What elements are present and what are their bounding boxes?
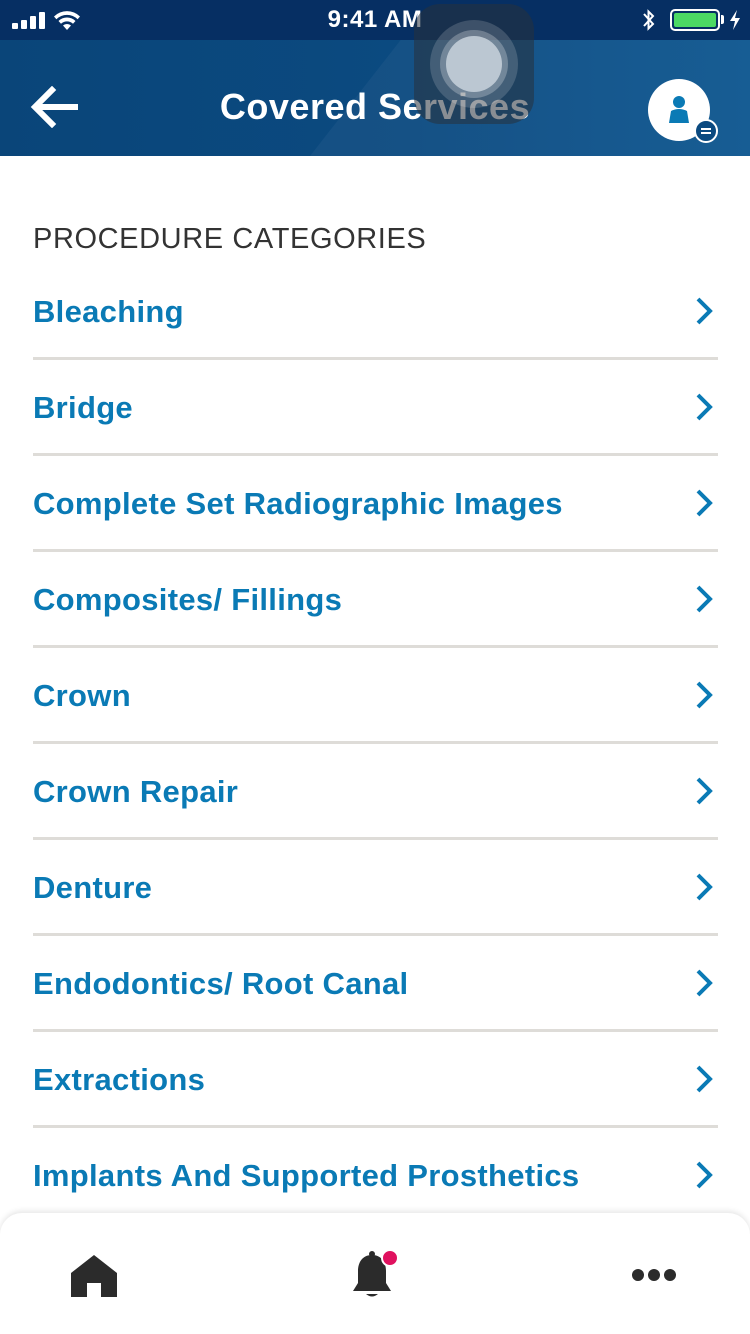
chevron-right-icon [696, 873, 713, 901]
more-tab[interactable] [624, 1245, 684, 1305]
category-item-implants[interactable]: Implants And Supported Prosthetics [33, 1128, 718, 1224]
category-item-radiographic-images[interactable]: Complete Set Radiographic Images [33, 456, 718, 552]
category-label: Composites/ Fillings [33, 582, 343, 617]
category-item-denture[interactable]: Denture [33, 840, 718, 936]
chevron-right-icon [696, 1065, 713, 1093]
chevron-right-icon [696, 585, 713, 613]
category-item-composites-fillings[interactable]: Composites/ Fillings [33, 552, 718, 648]
charging-icon [730, 10, 740, 30]
category-label: Crown Repair [33, 774, 239, 809]
category-item-endodontics[interactable]: Endodontics/ Root Canal [33, 936, 718, 1032]
assistive-touch-button[interactable] [414, 4, 534, 124]
chevron-right-icon [696, 969, 713, 997]
bluetooth-icon [643, 9, 655, 31]
category-item-bleaching[interactable]: Bleaching [33, 264, 718, 360]
chevron-right-icon [696, 393, 713, 421]
category-item-crown-repair[interactable]: Crown Repair [33, 744, 718, 840]
chevron-right-icon [696, 681, 713, 709]
status-time: 9:41 AM [327, 6, 423, 33]
category-label: Bridge [33, 390, 133, 425]
chevron-right-icon [696, 489, 713, 517]
category-list: Bleaching Bridge Complete Set Radiograph… [33, 264, 718, 1224]
status-bar: 9:41 AM [0, 0, 750, 40]
more-icon [632, 1269, 676, 1281]
home-tab[interactable] [64, 1245, 124, 1305]
category-label: Bleaching [33, 294, 184, 329]
app-header: 9:41 AM Covered Services [0, 0, 750, 156]
page-title: Covered Services [219, 86, 531, 127]
category-item-extractions[interactable]: Extractions [33, 1032, 718, 1128]
category-item-bridge[interactable]: Bridge [33, 360, 718, 456]
chevron-right-icon [696, 777, 713, 805]
category-label: Denture [33, 870, 153, 905]
home-icon [71, 1255, 117, 1297]
section-heading: PROCEDURE CATEGORIES [33, 223, 427, 255]
category-label: Endodontics/ Root Canal [33, 966, 409, 1001]
category-item-crown[interactable]: Crown [33, 648, 718, 744]
category-label: Complete Set Radiographic Images [33, 486, 563, 521]
notification-dot [381, 1249, 399, 1267]
menu-badge-icon [694, 119, 718, 143]
category-label: Implants And Supported Prosthetics [33, 1158, 580, 1193]
category-label: Crown [33, 678, 131, 713]
category-label: Extractions [33, 1062, 206, 1097]
bottom-tab-bar [0, 1213, 750, 1334]
chevron-right-icon [696, 1161, 713, 1189]
battery-icon [670, 9, 720, 31]
chevron-right-icon [696, 297, 713, 325]
